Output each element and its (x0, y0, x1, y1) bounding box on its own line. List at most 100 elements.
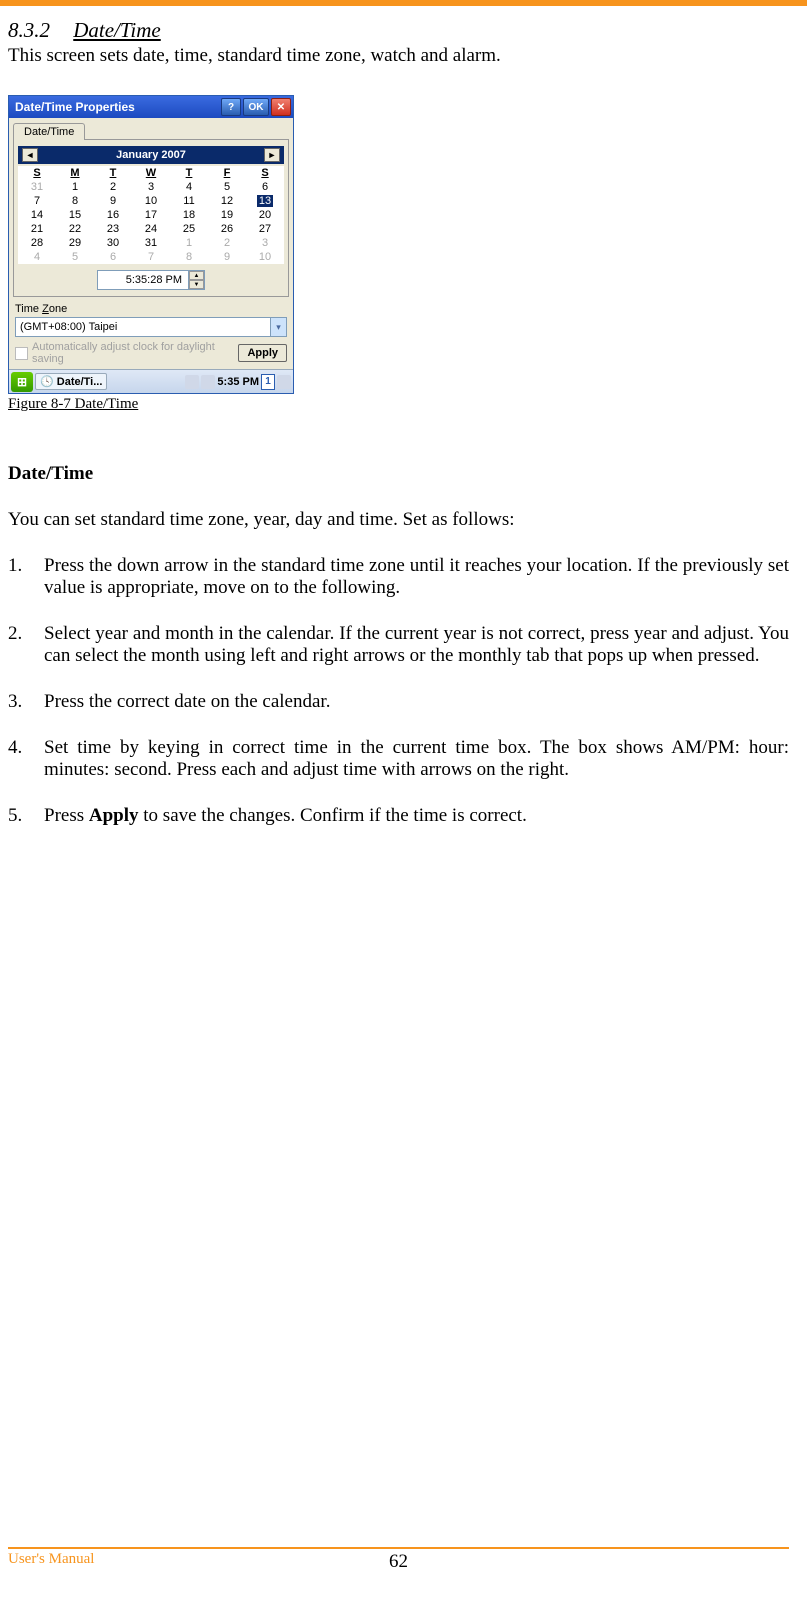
input-indicator[interactable]: 1 (261, 374, 275, 390)
step-text: Press the down arrow in the standard tim… (44, 555, 789, 599)
section-title: Date/Time (73, 18, 161, 42)
dst-checkbox[interactable] (15, 347, 28, 360)
calendar-day-cell[interactable]: 3 (246, 236, 284, 250)
footer-manual-label: User's Manual (8, 1551, 94, 1568)
calendar-day-cell[interactable]: 31 (18, 180, 56, 194)
calendar-day-cell[interactable]: 19 (208, 208, 246, 222)
step-text: Set time by keying in correct time in th… (44, 737, 789, 781)
calendar-day-cell[interactable]: 2 (94, 180, 132, 194)
clock-icon: 🕓 (40, 376, 54, 388)
calendar-day-header: W (132, 166, 170, 180)
step-item: 3.Press the correct date on the calendar… (8, 691, 789, 713)
figure-caption: Figure 8-7 Date/Time (8, 396, 789, 413)
steps-list: 1.Press the down arrow in the standard t… (8, 555, 789, 827)
step-item: 2.Select year and month in the calendar.… (8, 623, 789, 667)
time-spinner[interactable]: ▲ ▼ (188, 271, 204, 289)
apply-button[interactable]: Apply (238, 344, 287, 362)
calendar-day-header: T (170, 166, 208, 180)
calendar-day-cell[interactable]: 15 (56, 208, 94, 222)
calendar-day-cell[interactable]: 12 (208, 194, 246, 208)
tray-icon[interactable] (201, 375, 215, 389)
tab-datetime[interactable]: Date/Time (13, 123, 85, 140)
calendar-day-cell[interactable]: 1 (170, 236, 208, 250)
calendar-day-cell[interactable]: 25 (170, 222, 208, 236)
tab-row: Date/Time (9, 118, 293, 139)
help-button[interactable]: ? (221, 98, 241, 116)
intro-text: This screen sets date, time, standard ti… (8, 45, 789, 67)
calendar-day-cell[interactable]: 20 (246, 208, 284, 222)
calendar-day-cell[interactable]: 28 (18, 236, 56, 250)
calendar-day-cell[interactable]: 5 (56, 250, 94, 264)
calendar-day-cell[interactable]: 10 (132, 194, 170, 208)
prev-month-button[interactable]: ◄ (22, 148, 38, 162)
timezone-value: (GMT+08:00) Taipei (16, 321, 270, 333)
calendar-day-cell[interactable]: 13 (246, 194, 284, 208)
calendar-day-cell[interactable]: 6 (94, 250, 132, 264)
time-row: ▲ ▼ (18, 270, 284, 290)
timezone-select[interactable]: (GMT+08:00) Taipei ▾ (15, 317, 287, 337)
step-text: Press Apply to save the changes. Confirm… (44, 805, 789, 827)
calendar-day-header: S (18, 166, 56, 180)
calendar-day-cell[interactable]: 27 (246, 222, 284, 236)
calendar-day-cell[interactable]: 1 (56, 180, 94, 194)
time-input-box: ▲ ▼ (97, 270, 205, 290)
top-orange-bar (0, 0, 807, 6)
tray-clock[interactable]: 5:35 PM (217, 376, 259, 388)
chevron-down-icon[interactable]: ▾ (270, 318, 286, 336)
calendar-day-header: M (56, 166, 94, 180)
screenshot-datetime-properties: Date/Time Properties ? OK ✕ Date/Time ◄ … (8, 95, 294, 394)
step-number: 3. (8, 691, 44, 713)
spin-down-icon[interactable]: ▼ (189, 280, 204, 289)
step-item: 4.Set time by keying in correct time in … (8, 737, 789, 781)
calendar-day-cell[interactable]: 17 (132, 208, 170, 222)
spin-up-icon[interactable]: ▲ (189, 271, 204, 280)
next-month-button[interactable]: ► (264, 148, 280, 162)
calendar-day-cell[interactable]: 21 (18, 222, 56, 236)
calendar-day-header: F (208, 166, 246, 180)
step-number: 5. (8, 805, 44, 827)
time-input[interactable] (98, 271, 188, 289)
month-label[interactable]: January 2007 (116, 149, 186, 161)
start-button[interactable]: ⊞ (11, 372, 33, 392)
calendar-day-cell[interactable]: 2 (208, 236, 246, 250)
calendar-day-cell[interactable]: 31 (132, 236, 170, 250)
calendar-day-cell[interactable]: 5 (208, 180, 246, 194)
calendar-day-cell[interactable]: 8 (56, 194, 94, 208)
calendar-day-cell[interactable]: 18 (170, 208, 208, 222)
calendar-day-cell[interactable]: 22 (56, 222, 94, 236)
lead-paragraph: You can set standard time zone, year, da… (8, 509, 789, 531)
page-footer: User's Manual 62 (8, 1547, 789, 1568)
dst-row: Automatically adjust clock for daylight … (9, 339, 293, 369)
calendar-day-cell[interactable]: 26 (208, 222, 246, 236)
calendar-day-cell[interactable]: 11 (170, 194, 208, 208)
calendar-day-cell[interactable]: 9 (94, 194, 132, 208)
datetime-panel: ◄ January 2007 ► SMTWTFS 311234567891011… (13, 139, 289, 297)
desktop-icon[interactable] (277, 375, 291, 389)
calendar-day-cell[interactable]: 9 (208, 250, 246, 264)
calendar-day-cell[interactable]: 16 (94, 208, 132, 222)
calendar-day-cell[interactable]: 24 (132, 222, 170, 236)
taskbar: ⊞ 🕓 Date/Ti... 5:35 PM 1 (9, 369, 293, 393)
calendar-day-cell[interactable]: 29 (56, 236, 94, 250)
section-number: 8.3.2 (8, 18, 50, 42)
calendar-day-cell[interactable]: 4 (170, 180, 208, 194)
calendar-day-cell[interactable]: 30 (94, 236, 132, 250)
calendar-day-cell[interactable]: 14 (18, 208, 56, 222)
step-item: 1.Press the down arrow in the standard t… (8, 555, 789, 599)
calendar-day-cell[interactable]: 4 (18, 250, 56, 264)
calendar-day-cell[interactable]: 8 (170, 250, 208, 264)
step-item: 5.Press Apply to save the changes. Confi… (8, 805, 789, 827)
calendar-day-cell[interactable]: 7 (132, 250, 170, 264)
calendar-day-cell[interactable]: 23 (94, 222, 132, 236)
calendar-day-cell[interactable]: 6 (246, 180, 284, 194)
calendar-day-cell[interactable]: 7 (18, 194, 56, 208)
subheading-datetime: Date/Time (8, 463, 789, 485)
step-number: 4. (8, 737, 44, 781)
close-button[interactable]: ✕ (271, 98, 291, 116)
calendar-day-cell[interactable]: 10 (246, 250, 284, 264)
ok-button[interactable]: OK (243, 98, 269, 116)
month-navigator: ◄ January 2007 ► (18, 146, 284, 164)
taskbar-item-datetime[interactable]: 🕓 Date/Ti... (35, 373, 107, 390)
calendar-day-cell[interactable]: 3 (132, 180, 170, 194)
tray-icon[interactable] (185, 375, 199, 389)
